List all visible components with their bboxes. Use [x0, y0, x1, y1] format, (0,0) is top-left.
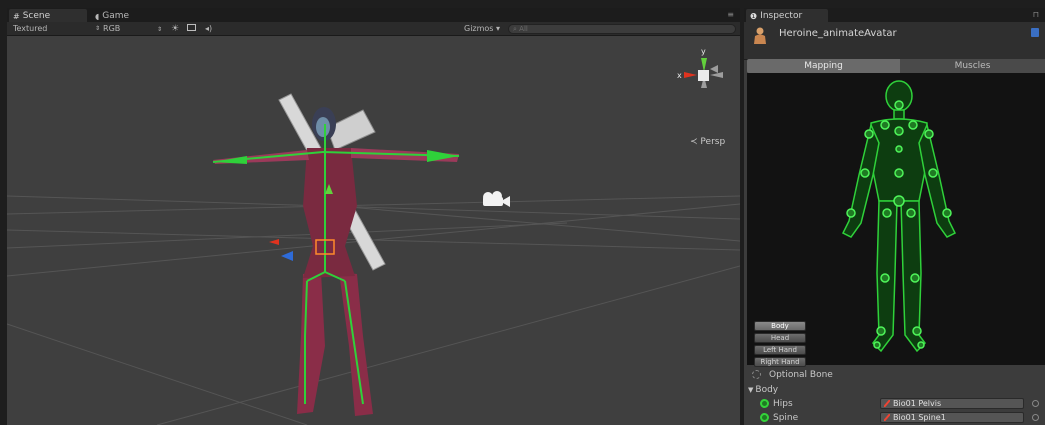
inspector-tabbar: ❶ Inspector ⊓: [744, 8, 1045, 22]
sun-icon: ☀: [171, 24, 180, 34]
gizmo-y-label: y: [701, 47, 706, 56]
tab-scene[interactable]: # Scene: [9, 9, 87, 22]
scene-grid-icon: #: [13, 11, 20, 21]
color-mode-dropdown[interactable]: ⇕ RGB: [95, 24, 120, 33]
scene-tabbar: # Scene ◖ Game ≡: [7, 8, 740, 22]
spine-bone-field[interactable]: Bio01 Spine1: [880, 412, 1024, 423]
audio-toggle[interactable]: ◂): [205, 24, 212, 33]
lock-icon[interactable]: ⊓: [1033, 10, 1039, 19]
scene-view-canvas: y x: [7, 47, 740, 425]
avatar-body-view: Body Head Left Hand Right Hand: [747, 73, 1045, 367]
spine-picker-icon[interactable]: [1032, 414, 1039, 421]
body-section-header[interactable]: ▼ Body: [748, 383, 1045, 396]
foldout-arrow-icon: ▼: [748, 385, 754, 394]
hips-picker-icon[interactable]: [1032, 400, 1039, 407]
orientation-gizmo[interactable]: y x: [677, 47, 723, 88]
tab-mapping[interactable]: Mapping: [747, 59, 900, 73]
transform-icon: [884, 414, 890, 421]
optional-bone-icon: [752, 370, 761, 379]
tab-muscles[interactable]: Muscles: [900, 59, 1045, 73]
info-icon: ❶: [750, 11, 758, 21]
render-mode-dropdown[interactable]: Textured: [13, 24, 47, 33]
tab-inspector[interactable]: ❶ Inspector: [746, 9, 828, 22]
gizmos-dropdown[interactable]: Gizmos ▾: [464, 24, 500, 33]
scene-viewport[interactable]: y x ≺ Persp: [7, 36, 740, 425]
help-book-icon[interactable]: [1031, 28, 1039, 37]
part-head-button[interactable]: Head: [754, 333, 806, 343]
part-left-hand-button[interactable]: Left Hand: [754, 345, 806, 355]
persp-icon: ≺: [690, 137, 698, 147]
projection-toggle[interactable]: ≺ Persp: [690, 137, 725, 147]
scene-panel: # Scene ◖ Game ≡ Textured ⇕ RGB ⇕ ☀ ◂) G…: [7, 8, 740, 425]
bone-status-icon: [760, 413, 769, 422]
asset-name: Heroine_animateAvatar: [779, 28, 897, 39]
dropdown-arrows-icon: ⇕: [157, 25, 163, 33]
scene-toolbar: Textured ⇕ RGB ⇕ ☀ ◂) Gizmos ▾ ⌕ All: [7, 22, 740, 36]
hips-bone-field[interactable]: Bio01 Pelvis: [880, 398, 1024, 409]
optional-bone-legend: Optional Bone: [752, 368, 1045, 381]
dropdown-arrows-icon: ⇕: [95, 25, 101, 32]
ground-grid: [7, 195, 740, 425]
lighting-toggle[interactable]: ⇕ ☀: [157, 24, 179, 34]
transform-icon: [884, 400, 890, 407]
image-toggle[interactable]: [187, 24, 196, 31]
speaker-icon: ◂): [205, 24, 213, 33]
bone-status-icon: [760, 399, 769, 408]
game-pacman-icon: ◖: [95, 11, 100, 21]
tab-game[interactable]: ◖ Game: [91, 9, 151, 22]
part-body-button[interactable]: Body: [754, 321, 806, 331]
image-icon: [187, 24, 196, 31]
scene-search-input[interactable]: ⌕ All: [508, 24, 736, 34]
part-right-hand-button[interactable]: Right Hand: [754, 357, 806, 367]
inspector-header: Heroine_animateAvatar: [744, 22, 1045, 60]
inspector-panel: ❶ Inspector ⊓ Heroine_animateAvatar Mapp…: [744, 8, 1045, 425]
camera-gizmo-icon[interactable]: [483, 191, 510, 207]
avatar-asset-icon: [753, 27, 767, 45]
character-model[interactable]: [212, 93, 460, 416]
search-icon: ⌕: [513, 25, 517, 33]
panel-menu-icon[interactable]: ≡: [727, 10, 734, 19]
gizmo-x-label: x: [677, 71, 682, 80]
